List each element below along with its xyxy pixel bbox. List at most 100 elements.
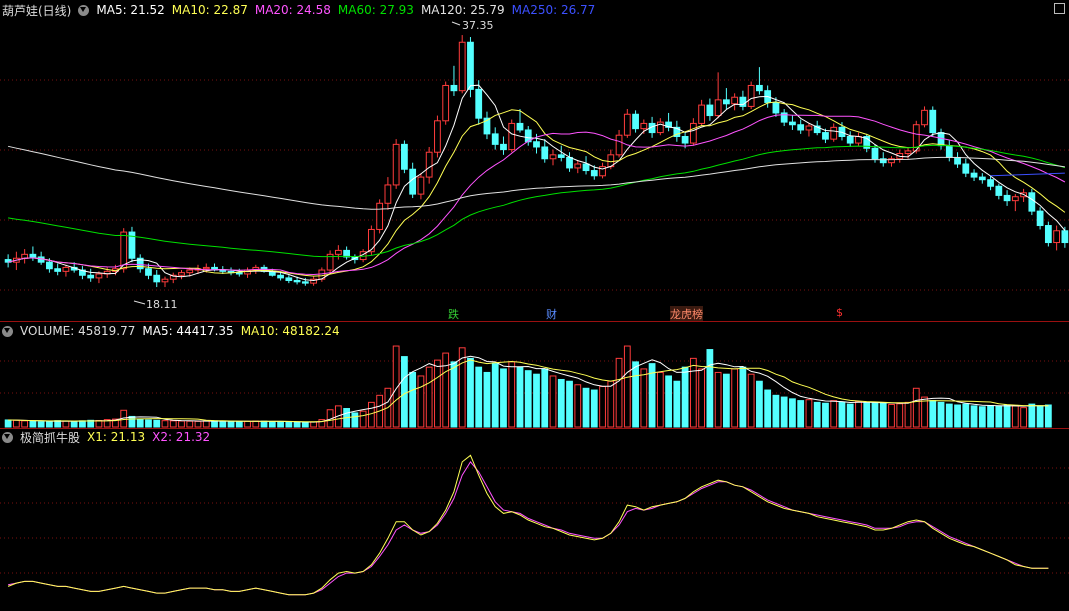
candle <box>689 122 697 144</box>
volume-bar <box>533 373 540 428</box>
volume-bar <box>442 352 450 428</box>
candle <box>987 179 994 187</box>
event-marker-dollar[interactable]: $ <box>836 306 843 319</box>
candle <box>202 266 210 270</box>
volume-bar <box>945 403 953 428</box>
volume-bar <box>46 420 53 428</box>
chevron-down-icon[interactable] <box>2 325 13 337</box>
volume-bar <box>929 400 937 428</box>
candle <box>566 156 573 169</box>
volume-bar <box>252 420 260 428</box>
indicator-header: 极简抓牛股 X1: 21.13 X2: 21.32 <box>2 429 217 445</box>
candle <box>590 170 598 177</box>
candle <box>417 176 425 195</box>
indicator-panel[interactable]: 极简抓牛股 X1: 21.13 X2: 21.32 <box>0 428 1069 611</box>
candle <box>1044 225 1052 244</box>
candle <box>293 280 301 283</box>
candle <box>557 154 565 158</box>
chevron-down-icon[interactable] <box>78 4 90 16</box>
candle <box>747 84 755 107</box>
candle <box>500 143 507 151</box>
volume-bar <box>846 403 854 428</box>
candle <box>1011 196 1019 202</box>
candle <box>1053 230 1061 244</box>
volume-bar <box>623 345 631 428</box>
volume-bar <box>747 373 755 428</box>
volume-bar <box>871 401 879 428</box>
event-marker-die[interactable]: 跌 <box>448 306 459 322</box>
volume-bar <box>425 366 433 428</box>
volume-bar <box>987 405 994 428</box>
candle <box>945 145 953 158</box>
candle <box>29 253 37 258</box>
volume-bar <box>409 371 417 428</box>
volume-bar <box>954 404 961 428</box>
volume-bar <box>202 420 210 428</box>
volume-bar <box>615 357 623 428</box>
chevron-down-icon[interactable] <box>2 431 13 443</box>
volume-bar <box>483 371 491 428</box>
volume-bar <box>574 384 582 428</box>
volume-bar <box>467 357 474 428</box>
event-marker-longhubang[interactable]: 龙虎榜 <box>670 306 703 322</box>
candle <box>871 147 879 160</box>
volume-bar <box>789 398 796 428</box>
price-panel[interactable]: 葫芦娃(日线) MA5: 21.52 MA10: 22.87 MA20: 24.… <box>0 0 1069 322</box>
volume-bar <box>293 421 301 428</box>
volume-bar <box>764 389 772 428</box>
volume-bar <box>351 412 359 428</box>
indicator-chart <box>0 454 1069 596</box>
candle <box>409 168 417 195</box>
volume-bar <box>772 394 780 428</box>
ma120-line <box>7 145 1065 210</box>
candle <box>277 274 284 279</box>
volume-bar <box>161 420 169 428</box>
maximize-icon[interactable] <box>1054 3 1065 14</box>
candle <box>334 249 342 255</box>
volume-bar <box>1028 403 1036 428</box>
candle <box>970 172 978 178</box>
indicator-name: 极简抓牛股 <box>20 430 81 445</box>
candle <box>235 272 243 275</box>
volume-bar <box>4 419 12 428</box>
candle <box>805 125 813 131</box>
volume-bar <box>731 368 739 428</box>
volume-bar <box>756 380 763 428</box>
volume-panel[interactable]: VOLUME: 45819.77 MA5: 44417.35 MA10: 481… <box>0 321 1069 428</box>
candle <box>516 122 524 131</box>
volume-ma5-label: MA5: 44417.35 <box>142 324 234 338</box>
volume-bar <box>689 357 697 428</box>
volume-bar <box>830 400 838 428</box>
volume-bar <box>244 420 251 428</box>
volume-bar <box>70 421 78 428</box>
volume-bar <box>698 368 706 428</box>
candle <box>921 109 928 126</box>
candle <box>954 156 961 165</box>
volume-bar <box>516 366 524 428</box>
candle <box>731 96 739 105</box>
candle <box>425 151 433 178</box>
volume-bar <box>219 420 227 428</box>
volume-bar <box>937 401 945 428</box>
volume-bar <box>508 361 516 428</box>
volume-bar <box>194 420 202 428</box>
candle <box>582 163 590 172</box>
candle <box>656 121 664 134</box>
candle <box>46 261 53 270</box>
volume-bar <box>599 386 606 428</box>
candle <box>401 143 408 170</box>
candle <box>929 109 937 134</box>
volume-bar <box>978 406 986 428</box>
volume-bar <box>136 418 144 428</box>
volume-bar <box>475 366 483 428</box>
volume-bar <box>359 410 367 428</box>
candle <box>722 99 730 105</box>
candle <box>1003 194 1011 202</box>
candle <box>846 136 854 144</box>
volume-bar <box>12 419 20 428</box>
event-marker-cai[interactable]: 财 <box>546 306 557 322</box>
candle <box>830 126 838 140</box>
x1-label: X1: 21.13 <box>87 430 146 444</box>
candle <box>1061 230 1069 244</box>
candle <box>161 278 169 283</box>
